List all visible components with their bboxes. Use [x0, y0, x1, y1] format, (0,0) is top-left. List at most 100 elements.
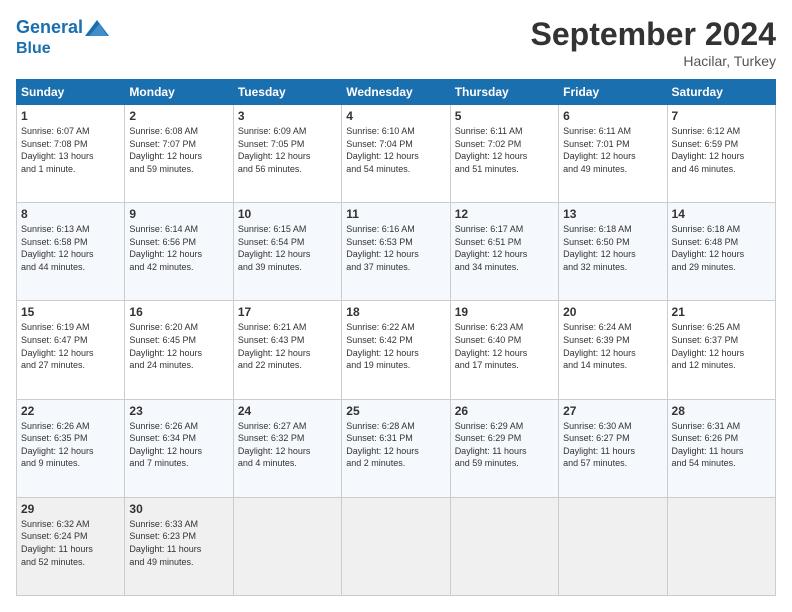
- cell-details: Sunrise: 6:31 AMSunset: 6:26 PMDaylight:…: [672, 420, 771, 470]
- day-number: 13: [563, 207, 662, 221]
- calendar-week-4: 22 Sunrise: 6:26 AMSunset: 6:35 PMDayligh…: [17, 399, 776, 497]
- cell-details: Sunrise: 6:18 AMSunset: 6:50 PMDaylight:…: [563, 223, 662, 273]
- calendar-cell: 26Sunrise: 6:29 AMSunset: 6:29 PMDayligh…: [450, 399, 558, 497]
- calendar-cell: 6 Sunrise: 6:11 AMSunset: 7:01 PMDaylight…: [559, 105, 667, 203]
- calendar-cell: 20 Sunrise: 6:24 AMSunset: 6:39 PMDayligh…: [559, 301, 667, 399]
- logo-text: General: [16, 18, 83, 38]
- cell-details: Sunrise: 6:26 AMSunset: 6:34 PMDaylight:…: [129, 420, 228, 470]
- cell-details: Sunrise: 6:07 AMSunset: 7:08 PMDaylight:…: [21, 125, 120, 175]
- day-number: 25: [346, 404, 445, 418]
- day-number: 3: [238, 109, 337, 123]
- month-title: September 2024: [531, 16, 776, 53]
- cell-details: Sunrise: 6:16 AMSunset: 6:53 PMDaylight:…: [346, 223, 445, 273]
- calendar-cell: 14Sunrise: 6:18 AMSunset: 6:48 PMDayligh…: [667, 203, 775, 301]
- cell-details: Sunrise: 6:15 AMSunset: 6:54 PMDaylight:…: [238, 223, 337, 273]
- cell-details: Sunrise: 6:32 AMSunset: 6:24 PMDaylight:…: [21, 518, 120, 568]
- calendar-cell: 25 Sunrise: 6:28 AMSunset: 6:31 PMDayligh…: [342, 399, 450, 497]
- cell-details: Sunrise: 6:29 AMSunset: 6:29 PMDaylight:…: [455, 420, 554, 470]
- day-number: 1: [21, 109, 120, 123]
- cell-details: Sunrise: 6:21 AMSunset: 6:43 PMDaylight:…: [238, 321, 337, 371]
- calendar-cell: [559, 497, 667, 595]
- cell-details: Sunrise: 6:25 AMSunset: 6:37 PMDaylight:…: [672, 321, 771, 371]
- cell-details: Sunrise: 6:33 AMSunset: 6:23 PMDaylight:…: [129, 518, 228, 568]
- weekday-header-tuesday: Tuesday: [233, 80, 341, 105]
- location: Hacilar, Turkey: [531, 53, 776, 69]
- day-number: 24: [238, 404, 337, 418]
- calendar-cell: 21 Sunrise: 6:25 AMSunset: 6:37 PMDayligh…: [667, 301, 775, 399]
- calendar-cell: 8 Sunrise: 6:13 AMSunset: 6:58 PMDaylight…: [17, 203, 125, 301]
- calendar-cell: 19 Sunrise: 6:23 AMSunset: 6:40 PMDayligh…: [450, 301, 558, 399]
- cell-details: Sunrise: 6:26 AMSunset: 6:35 PMDaylight:…: [21, 420, 120, 470]
- calendar-cell: 10 Sunrise: 6:15 AMSunset: 6:54 PMDayligh…: [233, 203, 341, 301]
- calendar-cell: 11Sunrise: 6:16 AMSunset: 6:53 PMDayligh…: [342, 203, 450, 301]
- day-number: 28: [672, 404, 771, 418]
- day-number: 21: [672, 305, 771, 319]
- calendar-cell: [667, 497, 775, 595]
- logo-text2: Blue: [16, 40, 109, 58]
- cell-details: Sunrise: 6:22 AMSunset: 6:42 PMDaylight:…: [346, 321, 445, 371]
- calendar-cell: 15 Sunrise: 6:19 AMSunset: 6:47 PMDayligh…: [17, 301, 125, 399]
- day-number: 9: [129, 207, 228, 221]
- cell-details: Sunrise: 6:20 AMSunset: 6:45 PMDaylight:…: [129, 321, 228, 371]
- day-number: 20: [563, 305, 662, 319]
- logo: General Blue: [16, 16, 109, 58]
- cell-details: Sunrise: 6:30 AMSunset: 6:27 PMDaylight:…: [563, 420, 662, 470]
- day-number: 12: [455, 207, 554, 221]
- day-number: 10: [238, 207, 337, 221]
- day-number: 14: [672, 207, 771, 221]
- calendar-cell: 16Sunrise: 6:20 AMSunset: 6:45 PMDayligh…: [125, 301, 233, 399]
- logo-icon: [85, 16, 109, 40]
- calendar-cell: 1 Sunrise: 6:07 AMSunset: 7:08 PMDaylight…: [17, 105, 125, 203]
- day-number: 8: [21, 207, 120, 221]
- cell-details: Sunrise: 6:11 AMSunset: 7:01 PMDaylight:…: [563, 125, 662, 175]
- calendar-cell: 30 Sunrise: 6:33 AMSunset: 6:23 PMDayligh…: [125, 497, 233, 595]
- calendar-table: SundayMondayTuesdayWednesdayThursdayFrid…: [16, 79, 776, 596]
- weekday-header-friday: Friday: [559, 80, 667, 105]
- cell-details: Sunrise: 6:13 AMSunset: 6:58 PMDaylight:…: [21, 223, 120, 273]
- weekday-header-sunday: Sunday: [17, 80, 125, 105]
- day-number: 5: [455, 109, 554, 123]
- cell-details: Sunrise: 6:08 AMSunset: 7:07 PMDaylight:…: [129, 125, 228, 175]
- day-number: 2: [129, 109, 228, 123]
- cell-details: Sunrise: 6:10 AMSunset: 7:04 PMDaylight:…: [346, 125, 445, 175]
- calendar-cell: 23 Sunrise: 6:26 AMSunset: 6:34 PMDayligh…: [125, 399, 233, 497]
- calendar-week-1: 1 Sunrise: 6:07 AMSunset: 7:08 PMDaylight…: [17, 105, 776, 203]
- cell-details: Sunrise: 6:28 AMSunset: 6:31 PMDaylight:…: [346, 420, 445, 470]
- calendar-cell: 28 Sunrise: 6:31 AMSunset: 6:26 PMDayligh…: [667, 399, 775, 497]
- calendar-cell: 3 Sunrise: 6:09 AMSunset: 7:05 PMDaylight…: [233, 105, 341, 203]
- cell-details: Sunrise: 6:17 AMSunset: 6:51 PMDaylight:…: [455, 223, 554, 273]
- cell-details: Sunrise: 6:23 AMSunset: 6:40 PMDaylight:…: [455, 321, 554, 371]
- cell-details: Sunrise: 6:19 AMSunset: 6:47 PMDaylight:…: [21, 321, 120, 371]
- day-number: 19: [455, 305, 554, 319]
- weekday-header-wednesday: Wednesday: [342, 80, 450, 105]
- day-number: 22: [21, 404, 120, 418]
- header: General Blue September 2024 Hacilar, Tur…: [16, 16, 776, 69]
- day-number: 7: [672, 109, 771, 123]
- calendar-cell: 12 Sunrise: 6:17 AMSunset: 6:51 PMDayligh…: [450, 203, 558, 301]
- calendar-cell: 13 Sunrise: 6:18 AMSunset: 6:50 PMDayligh…: [559, 203, 667, 301]
- day-number: 27: [563, 404, 662, 418]
- calendar-week-3: 15 Sunrise: 6:19 AMSunset: 6:47 PMDayligh…: [17, 301, 776, 399]
- page: General Blue September 2024 Hacilar, Tur…: [0, 0, 792, 612]
- calendar-cell: 27 Sunrise: 6:30 AMSunset: 6:27 PMDayligh…: [559, 399, 667, 497]
- calendar-week-5: 29Sunrise: 6:32 AMSunset: 6:24 PMDayligh…: [17, 497, 776, 595]
- cell-details: Sunrise: 6:12 AMSunset: 6:59 PMDaylight:…: [672, 125, 771, 175]
- cell-details: Sunrise: 6:09 AMSunset: 7:05 PMDaylight:…: [238, 125, 337, 175]
- calendar-cell: 7 Sunrise: 6:12 AMSunset: 6:59 PMDaylight…: [667, 105, 775, 203]
- calendar-cell: 24 Sunrise: 6:27 AMSunset: 6:32 PMDayligh…: [233, 399, 341, 497]
- day-number: 18: [346, 305, 445, 319]
- calendar-cell: 18 Sunrise: 6:22 AMSunset: 6:42 PMDayligh…: [342, 301, 450, 399]
- day-number: 23: [129, 404, 228, 418]
- cell-details: Sunrise: 6:11 AMSunset: 7:02 PMDaylight:…: [455, 125, 554, 175]
- calendar-cell: 2 Sunrise: 6:08 AMSunset: 7:07 PMDaylight…: [125, 105, 233, 203]
- day-number: 4: [346, 109, 445, 123]
- day-number: 30: [129, 502, 228, 516]
- cell-details: Sunrise: 6:24 AMSunset: 6:39 PMDaylight:…: [563, 321, 662, 371]
- day-number: 6: [563, 109, 662, 123]
- weekday-header-monday: Monday: [125, 80, 233, 105]
- calendar-cell: 9Sunrise: 6:14 AMSunset: 6:56 PMDaylight…: [125, 203, 233, 301]
- cell-details: Sunrise: 6:27 AMSunset: 6:32 PMDaylight:…: [238, 420, 337, 470]
- weekday-header-saturday: Saturday: [667, 80, 775, 105]
- day-number: 15: [21, 305, 120, 319]
- calendar-cell: [450, 497, 558, 595]
